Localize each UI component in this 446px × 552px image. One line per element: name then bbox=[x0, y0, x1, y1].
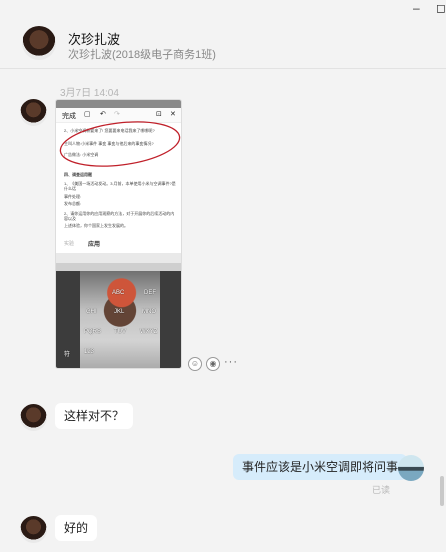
doc-line: 上述体验，你个国家上发生发展的。 bbox=[64, 223, 128, 228]
read-status: 已读 bbox=[372, 485, 391, 495]
scrollbar[interactable] bbox=[440, 476, 444, 506]
phone-keyboard: ABC DEF GHI JKL MNO PQRS TUV WXYZ 符 123 bbox=[56, 253, 181, 368]
annotation-circle bbox=[59, 121, 181, 167]
key-label: DEF bbox=[144, 290, 156, 296]
key-label: TUV bbox=[114, 329, 126, 335]
sender-avatar[interactable] bbox=[20, 404, 47, 431]
key-label: WXYZ bbox=[140, 329, 158, 335]
message-timestamp: 3月7日 14:04 bbox=[60, 88, 119, 99]
contact-avatar[interactable] bbox=[22, 26, 56, 60]
minimize-button[interactable]: – bbox=[413, 2, 420, 14]
restore-button[interactable]: ◻ bbox=[436, 2, 446, 14]
keyboard-toolbar bbox=[56, 253, 181, 263]
more-icon[interactable]: ··· bbox=[224, 356, 238, 368]
incoming-message[interactable]: 这样对不？ bbox=[55, 403, 134, 429]
keyboard-suggestion-bar bbox=[56, 263, 181, 271]
doc-line: 事件处理: bbox=[64, 194, 82, 199]
key-label: MNO bbox=[142, 309, 156, 315]
key-label: GHI bbox=[86, 309, 97, 315]
chat-header: 次珍扎波 次珍扎波(2018级电子商务1班) bbox=[0, 18, 446, 69]
doc-footer-label: 实验 bbox=[64, 241, 75, 247]
doc-line: 1、《美国一场活动发动。3.月前，本单使用小米与空调事件?是什么话 bbox=[64, 181, 176, 191]
window-titlebar: – ◻ bbox=[0, 0, 446, 18]
self-avatar[interactable] bbox=[398, 455, 424, 481]
key-label: PQRS bbox=[84, 329, 102, 335]
outgoing-message[interactable]: 事件应该是小米空调即将问事 bbox=[233, 454, 408, 480]
key-label: 符 bbox=[64, 352, 71, 358]
key-label: 123 bbox=[84, 349, 95, 355]
doc-heading: 四、调查运用题 bbox=[64, 172, 92, 177]
key-label: ABC bbox=[112, 290, 125, 296]
key-label: JKL bbox=[114, 309, 125, 315]
doc-line: 2、请你运用你的应用观察的方法，对于开展你的后续活动的内容以及 bbox=[64, 211, 175, 221]
contact-subtitle: 次珍扎波(2018级电子商务1班) bbox=[68, 49, 216, 61]
reaction-icon[interactable]: ◉ bbox=[206, 357, 220, 371]
image-message[interactable]: 完成 ▢ ↶ ↷ ⊡ ✕ 2、小米空调新要来了! 您要要来电话我来了哪哪呢? 主… bbox=[55, 99, 182, 369]
sender-avatar[interactable] bbox=[20, 516, 47, 543]
doc-line: 发布总额: bbox=[64, 201, 82, 206]
sender-avatar[interactable] bbox=[20, 99, 47, 126]
incoming-message[interactable]: 好的 bbox=[55, 515, 98, 541]
emoji-icon[interactable]: ☺ bbox=[188, 357, 202, 371]
doc-footer-word: 应用 bbox=[88, 242, 101, 248]
